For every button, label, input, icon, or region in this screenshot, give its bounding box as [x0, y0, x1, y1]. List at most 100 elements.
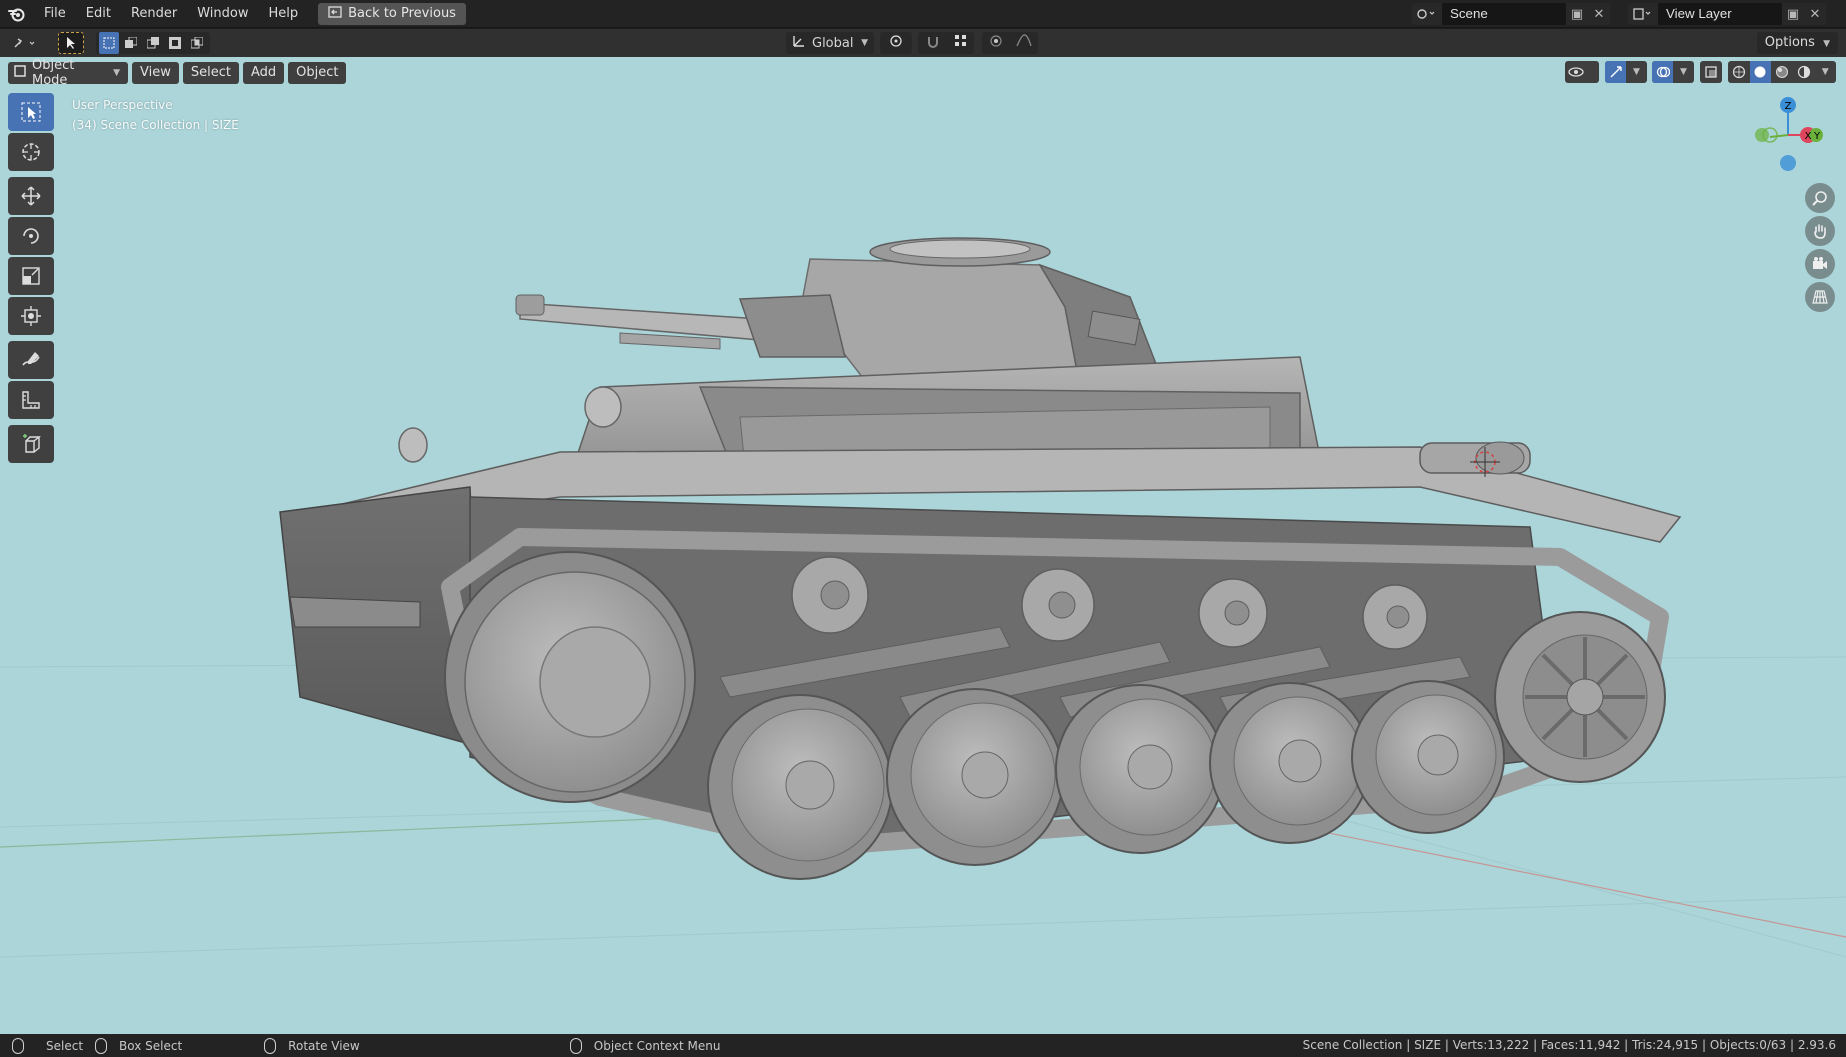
snapping-group: [918, 32, 974, 54]
viewport-menu-object[interactable]: Object: [288, 62, 347, 84]
solid-shading-icon[interactable]: [1749, 61, 1772, 83]
viewport-menu-select[interactable]: Select: [182, 62, 239, 84]
screen-back-icon: [328, 5, 342, 22]
rendered-shading-icon[interactable]: [1793, 61, 1815, 83]
gizmo-x-label: X: [1805, 131, 1812, 142]
proportional-editing-group: [982, 32, 1038, 54]
object-mode-dropdown[interactable]: Object Mode ▼: [8, 58, 128, 88]
grid-perspective-icon: [1812, 290, 1828, 304]
snap-toggle-icon[interactable]: [926, 34, 940, 52]
chevron-down-icon[interactable]: ▼: [1814, 61, 1836, 83]
eye-icon: [1565, 61, 1587, 83]
view-layer-browse-icon[interactable]: [1628, 3, 1658, 25]
transform-tool[interactable]: [8, 297, 54, 335]
transform-icon: [21, 306, 41, 326]
transform-orientation-dropdown[interactable]: Global ▼: [786, 32, 874, 54]
back-to-previous-label: Back to Previous: [348, 6, 456, 21]
gizmo-neg-z-axis: [1780, 155, 1796, 171]
chevron-down-icon: ▼: [1823, 39, 1830, 49]
menu-render[interactable]: Render: [121, 0, 187, 28]
menu-window[interactable]: Window: [187, 0, 258, 28]
cursor-tool[interactable]: [8, 133, 54, 171]
annotate-pencil-icon: [22, 352, 40, 366]
gizmo-neg-y-axis: [1755, 128, 1769, 142]
zoom-view-button[interactable]: [1805, 183, 1835, 213]
overlay-toggle-group[interactable]: ▼: [1652, 61, 1694, 83]
falloff-curve-icon[interactable]: [1015, 34, 1032, 52]
back-to-previous-button[interactable]: Back to Previous: [318, 2, 466, 25]
view-layer-selector: ▣ ✕: [1628, 3, 1826, 25]
select-cursor-tool-icon[interactable]: [58, 32, 84, 54]
navigation-gizmo[interactable]: Z X Y: [1740, 93, 1840, 193]
scene-statistics: Scene Collection | SIZE | Verts:13,222 |…: [1302, 1038, 1836, 1052]
xray-toggle[interactable]: [1700, 61, 1722, 83]
chevron-down-icon: ▼: [113, 68, 120, 78]
measure-tool[interactable]: [8, 381, 54, 419]
menu-edit[interactable]: Edit: [76, 0, 121, 28]
select-subtract-icon[interactable]: [143, 32, 163, 54]
proportional-edit-icon[interactable]: [989, 34, 1003, 52]
options-dropdown[interactable]: Options ▼: [1756, 32, 1838, 54]
tool-header: Global ▼ Options ▼: [0, 29, 1846, 57]
delete-view-layer-icon[interactable]: ✕: [1804, 3, 1826, 25]
chevron-down-icon: ▼: [861, 38, 868, 48]
gizmo-z-label: Z: [1785, 101, 1792, 112]
select-box-tool[interactable]: [8, 93, 54, 131]
camera-view-button[interactable]: [1805, 249, 1835, 279]
selection-mode-group: [96, 32, 210, 54]
mouse-right-icon: [569, 1037, 582, 1054]
3d-viewport[interactable]: Object Mode ▼ View Select Add Object ▼ ▼…: [0, 57, 1846, 1034]
hand-icon: [1814, 224, 1826, 239]
editor-type-icon[interactable]: [6, 32, 46, 54]
orientation-axes-icon: [792, 34, 806, 52]
select-invert-icon[interactable]: [165, 32, 185, 54]
status-box-select-label: Box Select: [119, 1038, 183, 1053]
chevron-down-icon: ▼: [1680, 67, 1687, 77]
status-rotate-view-label: Rotate View: [288, 1038, 360, 1053]
viewport-menu-view[interactable]: View: [132, 62, 179, 84]
mouse-drag-icon: [95, 1037, 108, 1054]
rotate-tool[interactable]: [8, 217, 54, 255]
transform-orientation-label: Global: [812, 35, 854, 51]
select-intersect-icon[interactable]: [187, 32, 207, 54]
rotate-icon: [23, 228, 39, 244]
blender-logo-icon[interactable]: [0, 0, 34, 28]
overlays-icon: [1652, 61, 1673, 83]
scene-name-field[interactable]: [1442, 3, 1566, 25]
select-box-icon: [21, 102, 41, 122]
status-rotate-view-hint: Rotate View: [264, 1037, 360, 1054]
visibility-dropdown[interactable]: [1565, 61, 1599, 83]
tool-shelf: [8, 93, 54, 465]
object-mode-label: Object Mode: [32, 58, 75, 88]
pivot-point-dropdown[interactable]: [880, 32, 912, 54]
new-view-layer-icon[interactable]: ▣: [1782, 3, 1804, 25]
wireframe-shading-icon[interactable]: [1728, 61, 1750, 83]
scale-icon: [22, 267, 40, 285]
scene-browse-icon[interactable]: [1412, 3, 1442, 25]
pan-view-button[interactable]: [1805, 216, 1835, 246]
material-shading-icon[interactable]: [1771, 61, 1793, 83]
select-new-icon[interactable]: [99, 32, 119, 54]
viewport-info: User Perspective (34) Scene Collection |…: [72, 95, 239, 135]
move-tool[interactable]: [8, 177, 54, 215]
perspective-toggle-button[interactable]: [1805, 282, 1835, 312]
add-cube-tool[interactable]: [8, 425, 54, 463]
snap-increment-icon[interactable]: [954, 35, 967, 51]
gizmo-toggle-group[interactable]: ▼: [1605, 61, 1647, 83]
view-layer-name-field[interactable]: [1658, 3, 1782, 25]
select-extend-icon[interactable]: [121, 32, 141, 54]
road-wheels: [707, 680, 1505, 880]
camera-icon: [1813, 257, 1827, 269]
add-cube-icon: [23, 434, 41, 453]
new-scene-icon[interactable]: ▣: [1566, 3, 1588, 25]
object-mode-icon: [14, 65, 26, 81]
menu-file[interactable]: File: [34, 0, 76, 28]
scene-selector: ▣ ✕: [1412, 3, 1610, 25]
annotate-tool[interactable]: [8, 341, 54, 379]
delete-scene-icon[interactable]: ✕: [1588, 3, 1610, 25]
viewport-menu-add[interactable]: Add: [242, 62, 285, 84]
menu-help[interactable]: Help: [259, 0, 309, 28]
status-box-select-hint: Box Select: [95, 1037, 183, 1054]
scale-tool[interactable]: [8, 257, 54, 295]
move-icon: [21, 186, 41, 206]
